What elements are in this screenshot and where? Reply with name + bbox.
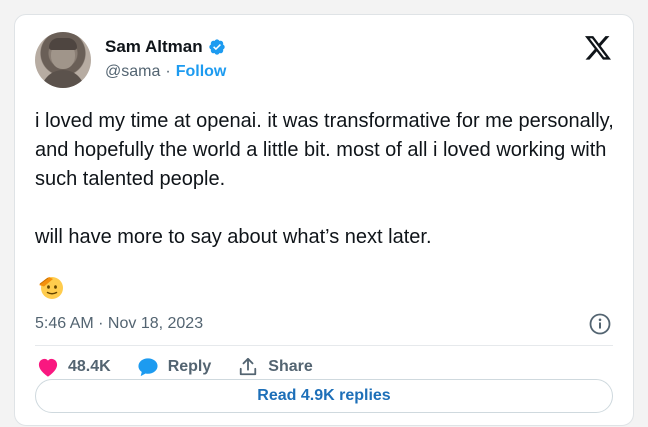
- divider: [35, 345, 613, 346]
- reply-label: Reply: [167, 358, 212, 375]
- author-name-row: Sam Altman: [105, 37, 226, 57]
- tweet-paragraph-1: i loved my time at openai. it was transf…: [35, 110, 614, 190]
- author-handle[interactable]: @sama: [105, 63, 160, 81]
- tweet-card: Sam Altman @sama · Follow i loved my tim…: [14, 14, 634, 426]
- reply-bubble-icon: [138, 358, 158, 377]
- info-icon[interactable]: [589, 313, 611, 335]
- tweet-paragraph-2: will have more to say about what’s next …: [35, 226, 432, 248]
- share-label: Share: [268, 358, 313, 375]
- share-icon: [240, 357, 257, 376]
- author-name[interactable]: Sam Altman: [105, 37, 203, 57]
- avatar[interactable]: [35, 32, 91, 88]
- reply-button[interactable]: Reply: [137, 357, 212, 377]
- like-count: 48.4K: [68, 358, 111, 375]
- tweet-text: i loved my time at openai. it was transf…: [35, 107, 620, 252]
- heart-icon: [38, 358, 58, 377]
- action-bar: 48.4K Reply Share: [37, 357, 339, 377]
- like-button[interactable]: 48.4K: [37, 357, 111, 377]
- author-handle-row: @sama · Follow: [105, 63, 226, 81]
- verified-badge-icon: [208, 39, 225, 55]
- follow-button[interactable]: Follow: [176, 63, 227, 81]
- read-replies-button[interactable]: Read 4.9K replies: [35, 379, 613, 413]
- x-logo-icon[interactable]: [585, 36, 611, 60]
- separator-dot: ·: [165, 63, 171, 80]
- saluting-face-icon: [39, 277, 63, 299]
- tweet-timestamp[interactable]: 5:46 AM · Nov 18, 2023: [35, 315, 203, 333]
- share-button[interactable]: Share: [237, 357, 313, 377]
